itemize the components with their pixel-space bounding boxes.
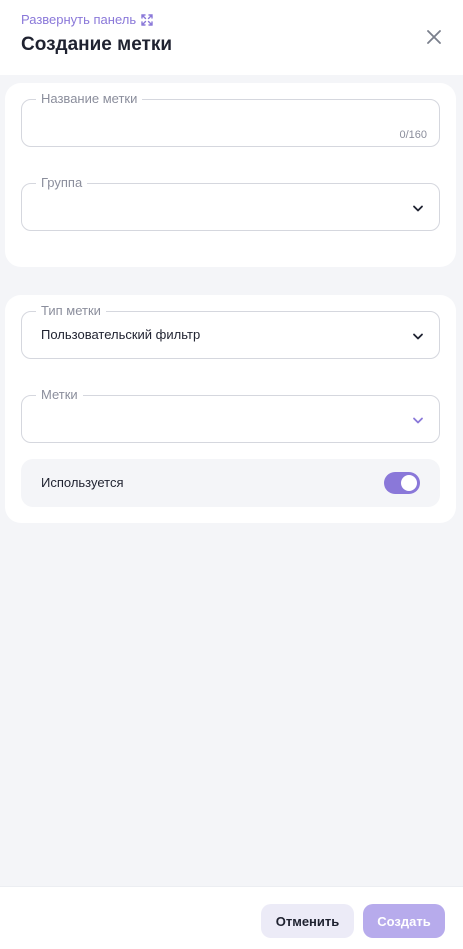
type-section: Тип метки Пользовательский фильтр Метки … <box>5 295 456 523</box>
panel-header: Развернуть панель Создание метки <box>0 0 463 75</box>
used-toggle[interactable] <box>384 472 420 494</box>
expand-panel-link[interactable]: Развернуть панель <box>21 12 153 27</box>
page-title: Создание метки <box>21 34 173 55</box>
panel-footer: Отменить Создать <box>0 886 463 949</box>
close-icon <box>427 30 441 44</box>
tags-select[interactable]: Метки <box>21 386 440 443</box>
group-select[interactable]: Группа <box>21 174 440 231</box>
char-counter: 0/160 <box>399 129 427 141</box>
tags-label: Метки <box>36 386 83 404</box>
tag-type-select[interactable]: Тип метки Пользовательский фильтр <box>21 302 440 359</box>
expand-panel-label: Развернуть панель <box>21 12 137 27</box>
tag-type-value: Пользовательский фильтр <box>41 327 201 342</box>
cancel-button[interactable]: Отменить <box>261 904 354 938</box>
used-toggle-label: Используется <box>41 475 124 490</box>
chevron-down-icon <box>413 333 423 340</box>
tag-type-label: Тип метки <box>36 302 106 320</box>
chevron-down-icon <box>413 205 423 212</box>
basic-info-section: Название метки 0/160 Группа <box>5 83 456 267</box>
create-button[interactable]: Создать <box>363 904 445 938</box>
group-label: Группа <box>36 174 88 192</box>
tag-name-label: Название метки <box>36 90 143 108</box>
tag-name-field[interactable]: Название метки 0/160 <box>21 90 440 147</box>
close-button[interactable] <box>423 26 445 48</box>
used-toggle-row: Используется <box>21 459 440 507</box>
toggle-knob <box>401 475 417 491</box>
expand-arrows-icon <box>141 13 153 26</box>
chevron-down-icon <box>413 417 423 424</box>
